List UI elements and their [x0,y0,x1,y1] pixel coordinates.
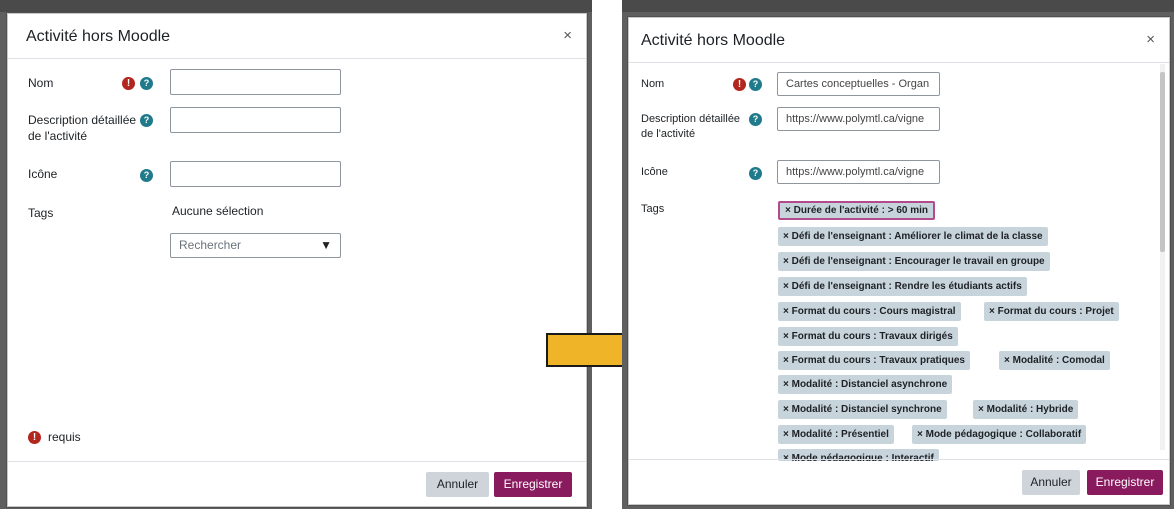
description-label-line2: de l'activité [28,129,87,143]
help-icon[interactable]: ? [140,169,153,182]
help-icon[interactable]: ? [749,78,762,91]
chevron-down-icon: ▼ [320,238,332,252]
scrollbar-thumb[interactable] [1160,72,1165,252]
help-icon[interactable]: ? [140,114,153,127]
background-page [622,0,1174,12]
selected-tag[interactable]: × Format du cours : Cours magistral [778,302,961,321]
selected-tag[interactable]: × Mode pédagogique : Collaboratif [912,425,1087,444]
modal-title: Activité hors Moodle [26,28,171,45]
save-button[interactable]: Enregistrer [494,472,572,497]
required-icon: ! [122,77,135,90]
required-icon: ! [28,431,41,444]
icone-input[interactable]: https://www.polymtl.ca/vigne [777,160,940,184]
modal-footer: Annuler Enregistrer [629,459,1169,504]
save-button[interactable]: Enregistrer [1087,470,1163,495]
nom-input[interactable]: Cartes conceptuelles - Organ [777,72,940,96]
selected-tag[interactable]: × Modalité : Distanciel asynchrone [778,375,953,394]
screenshot-before: Activité hors Moodle × Nom ! ? Descripti… [0,0,592,509]
selected-tag[interactable]: × Modalité : Présentiel [778,425,894,444]
description-label-line2: de l'activité [641,128,696,140]
required-note: requis [48,430,81,444]
description-input[interactable] [170,107,341,133]
modal-header: Activité hors Moodle × [629,18,1169,63]
description-input[interactable]: https://www.polymtl.ca/vigne [777,107,940,131]
nom-input[interactable] [170,69,341,95]
selected-tag[interactable]: × Durée de l'activité : > 60 min [778,201,935,220]
tags-none-selected: Aucune sélection [172,204,264,218]
close-icon[interactable]: × [563,27,572,44]
nom-label: Nom [641,78,665,90]
modal-header: Activité hors Moodle × [8,14,586,59]
tags-label: Tags [641,203,665,215]
selected-tag[interactable]: × Modalité : Distanciel synchrone [778,400,947,419]
screenshot-after: Activité hors Moodle × Nom ! ? Cartes co… [622,0,1174,509]
activity-modal: Activité hors Moodle × Nom ! ? Descripti… [7,13,587,507]
modal-title: Activité hors Moodle [641,32,786,49]
selected-tag[interactable]: × Défi de l'enseignant : Rendre les étud… [778,277,1027,296]
selected-tag[interactable]: × Modalité : Comodal [999,351,1110,370]
selected-tag[interactable]: × Modalité : Hybride [973,400,1079,419]
cancel-button[interactable]: Annuler [426,472,489,497]
tags-label: Tags [28,206,54,220]
selected-tag[interactable]: × Format du cours : Travaux dirigés [778,327,958,346]
background-page [0,0,592,12]
icone-label: Icône [641,166,668,178]
scrollbar[interactable] [1160,64,1165,450]
selected-tag[interactable]: × Format du cours : Projet [984,302,1119,321]
nom-label: Nom [28,76,54,90]
help-icon[interactable]: ? [749,113,762,126]
icone-input[interactable] [170,161,341,187]
tags-search-select[interactable]: Rechercher ▼ [170,233,341,258]
icone-label: Icône [28,167,58,181]
tags-search-placeholder: Rechercher [179,238,242,252]
selected-tag[interactable]: × Défi de l'enseignant : Encourager le t… [778,252,1050,271]
selected-tag[interactable]: × Défi de l'enseignant : Améliorer le cl… [778,227,1048,246]
help-icon[interactable]: ? [749,167,762,180]
help-icon[interactable]: ? [140,77,153,90]
required-icon: ! [733,78,746,91]
cancel-button[interactable]: Annuler [1022,470,1080,495]
selected-tag[interactable]: × Format du cours : Travaux pratiques [778,351,970,370]
modal-footer: Annuler Enregistrer [8,461,586,506]
activity-modal: Activité hors Moodle × Nom ! ? Cartes co… [628,17,1170,505]
description-label: Description détaillée [28,113,137,127]
close-icon[interactable]: × [1146,31,1155,48]
